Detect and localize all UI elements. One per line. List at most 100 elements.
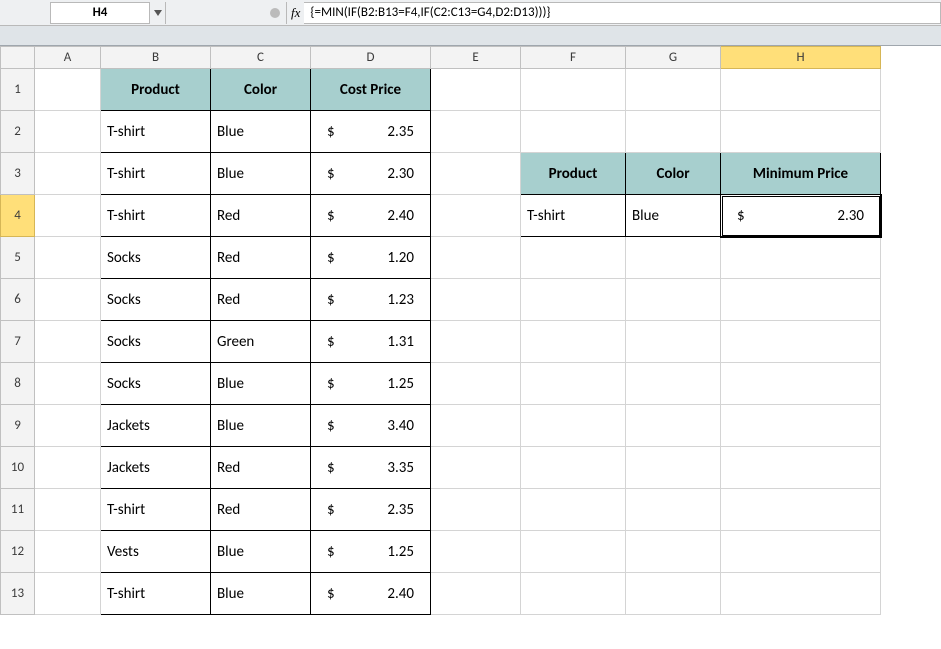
lookup-header-product[interactable]: Product	[521, 153, 626, 195]
cell-F4[interactable]: T-shirt	[521, 195, 626, 237]
cell-E6[interactable]	[431, 279, 521, 321]
cell-D2[interactable]: $2.35	[311, 111, 431, 153]
col-header-D[interactable]: D	[311, 47, 431, 69]
select-all-corner[interactable]	[1, 47, 35, 69]
name-box-dropdown[interactable]	[150, 2, 166, 24]
cell-H1[interactable]	[721, 69, 881, 111]
cell-D9[interactable]: $3.40	[311, 405, 431, 447]
cell-E9[interactable]	[431, 405, 521, 447]
cell-A5[interactable]	[35, 237, 101, 279]
cell-H7[interactable]	[721, 321, 881, 363]
cell-E11[interactable]	[431, 489, 521, 531]
cell-G6[interactable]	[626, 279, 721, 321]
cell-E5[interactable]	[431, 237, 521, 279]
row-header-12[interactable]: 12	[1, 531, 35, 573]
cell-H12[interactable]	[721, 531, 881, 573]
cell-A6[interactable]	[35, 279, 101, 321]
name-box[interactable]: H4	[50, 2, 150, 24]
cell-B11[interactable]: T-shirt	[101, 489, 211, 531]
main-header-product[interactable]: Product	[101, 69, 211, 111]
row-header-11[interactable]: 11	[1, 489, 35, 531]
spreadsheet-grid[interactable]: A B C D E F G H 1 Product Color Cost Pri…	[0, 46, 881, 615]
cell-F6[interactable]	[521, 279, 626, 321]
row-header-2[interactable]: 2	[1, 111, 35, 153]
cell-B9[interactable]: Jackets	[101, 405, 211, 447]
cell-D8[interactable]: $1.25	[311, 363, 431, 405]
row-header-5[interactable]: 5	[1, 237, 35, 279]
cell-E3[interactable]	[431, 153, 521, 195]
cell-E4[interactable]	[431, 195, 521, 237]
col-header-F[interactable]: F	[521, 47, 626, 69]
cell-A13[interactable]	[35, 573, 101, 615]
row-header-3[interactable]: 3	[1, 153, 35, 195]
cell-A2[interactable]	[35, 111, 101, 153]
row-header-4[interactable]: 4	[1, 195, 35, 237]
cell-H6[interactable]	[721, 279, 881, 321]
col-header-A[interactable]: A	[35, 47, 101, 69]
cell-F1[interactable]	[521, 69, 626, 111]
cell-G7[interactable]	[626, 321, 721, 363]
cell-F5[interactable]	[521, 237, 626, 279]
cell-D13[interactable]: $2.40	[311, 573, 431, 615]
cell-H10[interactable]	[721, 447, 881, 489]
cell-A4[interactable]	[35, 195, 101, 237]
cell-C12[interactable]: Blue	[211, 531, 311, 573]
row-header-6[interactable]: 6	[1, 279, 35, 321]
cell-B8[interactable]: Socks	[101, 363, 211, 405]
col-header-H[interactable]: H	[721, 47, 881, 69]
cell-A10[interactable]	[35, 447, 101, 489]
cell-B13[interactable]: T-shirt	[101, 573, 211, 615]
cell-G5[interactable]	[626, 237, 721, 279]
col-header-C[interactable]: C	[211, 47, 311, 69]
cell-B3[interactable]: T-shirt	[101, 153, 211, 195]
cell-B10[interactable]: Jackets	[101, 447, 211, 489]
cell-F11[interactable]	[521, 489, 626, 531]
cell-E2[interactable]	[431, 111, 521, 153]
cell-A3[interactable]	[35, 153, 101, 195]
cell-D3[interactable]: $2.30	[311, 153, 431, 195]
cell-B4[interactable]: T-shirt	[101, 195, 211, 237]
cell-F13[interactable]	[521, 573, 626, 615]
cell-E7[interactable]	[431, 321, 521, 363]
cell-H5[interactable]	[721, 237, 881, 279]
cell-F9[interactable]	[521, 405, 626, 447]
cell-E13[interactable]	[431, 573, 521, 615]
cell-E10[interactable]	[431, 447, 521, 489]
cell-H4-active[interactable]: $2.30	[721, 195, 881, 237]
main-header-cost[interactable]: Cost Price	[311, 69, 431, 111]
cell-D10[interactable]: $3.35	[311, 447, 431, 489]
cell-G12[interactable]	[626, 531, 721, 573]
lookup-header-minprice[interactable]: Minimum Price	[721, 153, 881, 195]
cell-C6[interactable]: Red	[211, 279, 311, 321]
lookup-header-color[interactable]: Color	[626, 153, 721, 195]
fx-label[interactable]: fx	[286, 2, 304, 24]
cell-B5[interactable]: Socks	[101, 237, 211, 279]
cell-F7[interactable]	[521, 321, 626, 363]
cell-D11[interactable]: $2.35	[311, 489, 431, 531]
cell-B7[interactable]: Socks	[101, 321, 211, 363]
col-header-G[interactable]: G	[626, 47, 721, 69]
row-header-9[interactable]: 9	[1, 405, 35, 447]
cell-A8[interactable]	[35, 363, 101, 405]
cell-E8[interactable]	[431, 363, 521, 405]
col-header-B[interactable]: B	[101, 47, 211, 69]
cell-C10[interactable]: Red	[211, 447, 311, 489]
cell-C7[interactable]: Green	[211, 321, 311, 363]
cell-H8[interactable]	[721, 363, 881, 405]
cell-A12[interactable]	[35, 531, 101, 573]
cell-E12[interactable]	[431, 531, 521, 573]
cell-C3[interactable]: Blue	[211, 153, 311, 195]
cell-D7[interactable]: $1.31	[311, 321, 431, 363]
cell-C2[interactable]: Blue	[211, 111, 311, 153]
cell-A9[interactable]	[35, 405, 101, 447]
row-header-10[interactable]: 10	[1, 447, 35, 489]
cell-F2[interactable]	[521, 111, 626, 153]
cell-E1[interactable]	[431, 69, 521, 111]
cell-G2[interactable]	[626, 111, 721, 153]
cell-C13[interactable]: Blue	[211, 573, 311, 615]
cell-G8[interactable]	[626, 363, 721, 405]
cell-A7[interactable]	[35, 321, 101, 363]
cell-H13[interactable]	[721, 573, 881, 615]
cell-H9[interactable]	[721, 405, 881, 447]
cell-D5[interactable]: $1.20	[311, 237, 431, 279]
